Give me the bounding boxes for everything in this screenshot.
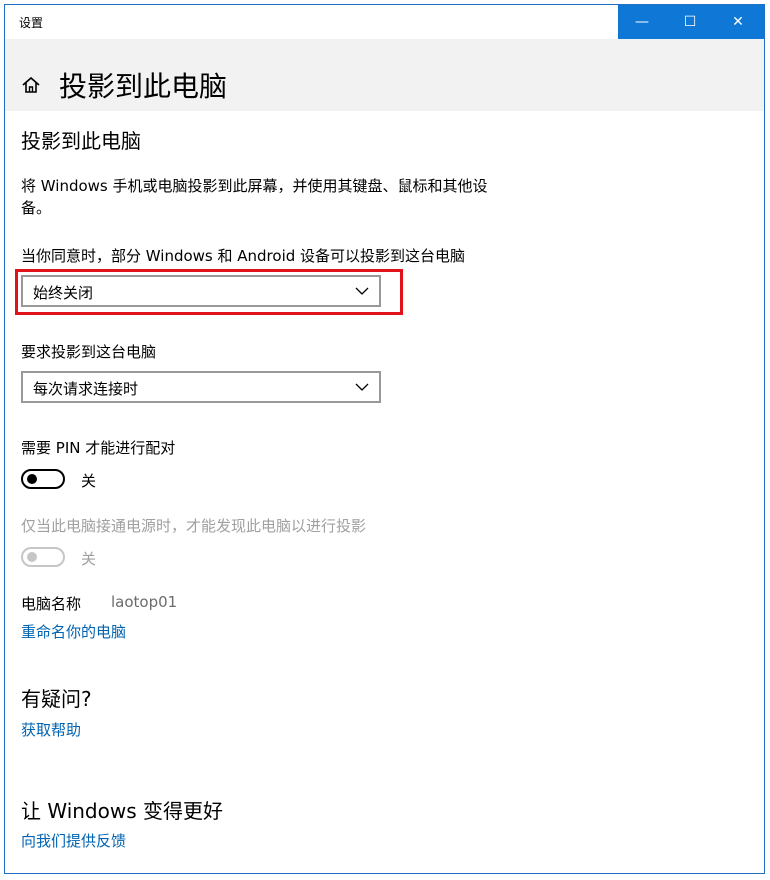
require-pin-toggle[interactable]	[21, 469, 65, 489]
page-header: 投影到此电脑	[5, 39, 764, 111]
title-bar[interactable]: 设置 — ☐ ✕	[5, 5, 764, 39]
close-icon: ✕	[732, 14, 744, 30]
projection-permission-label: 当你同意时，部分 Windows 和 Android 设备可以投影到这台电脑	[21, 247, 466, 265]
minimize-button[interactable]: —	[618, 5, 666, 39]
require-pin-state: 关	[81, 472, 97, 490]
get-help-link[interactable]: 获取帮助	[21, 719, 81, 740]
power-only-state: 关	[81, 550, 97, 568]
settings-content: 投影到此电脑 将 Windows 手机或电脑投影到此屏幕，并使用其键盘、鼠标和其…	[5, 111, 764, 873]
feedback-title: 让 Windows 变得更好	[21, 799, 223, 823]
projection-permission-dropdown[interactable]: 始终关闭	[21, 275, 381, 307]
toggle-knob	[27, 552, 37, 562]
maximize-icon: ☐	[683, 14, 697, 30]
section-title: 投影到此电脑	[21, 129, 141, 153]
pc-name-label: 电脑名称	[21, 595, 82, 613]
minimize-icon: —	[635, 14, 649, 30]
settings-window: 设置 — ☐ ✕ 投影到此电脑 投影到此电脑 将 Windows 手机或电脑投影…	[4, 4, 765, 874]
questions-title: 有疑问?	[21, 687, 92, 711]
require-pin-label: 需要 PIN 才能进行配对	[21, 439, 176, 457]
ask-to-project-label: 要求投影到这台电脑	[21, 343, 157, 361]
ask-to-project-dropdown[interactable]: 每次请求连接时	[21, 371, 381, 403]
close-button[interactable]: ✕	[714, 5, 762, 39]
page-title: 投影到此电脑	[59, 70, 228, 103]
maximize-button[interactable]: ☐	[666, 5, 714, 39]
window-title: 设置	[19, 16, 44, 30]
dropdown-value: 每次请求连接时	[33, 380, 139, 398]
home-icon[interactable]	[21, 75, 41, 95]
power-only-toggle[interactable]	[21, 547, 65, 567]
give-feedback-link[interactable]: 向我们提供反馈	[21, 830, 126, 851]
window-controls: — ☐ ✕	[618, 5, 764, 39]
pc-name-value: laotop01	[111, 593, 178, 611]
chevron-down-icon	[355, 287, 369, 295]
rename-pc-link[interactable]: 重命名你的电脑	[21, 621, 126, 642]
power-only-label: 仅当此电脑接通电源时，才能发现此电脑以进行投影	[21, 517, 367, 535]
description-text: 将 Windows 手机或电脑投影到此屏幕，并使用其键盘、鼠标和其他设备。	[21, 177, 488, 217]
chevron-down-icon	[355, 383, 369, 391]
toggle-knob	[27, 474, 37, 484]
dropdown-value: 始终关闭	[33, 284, 94, 302]
